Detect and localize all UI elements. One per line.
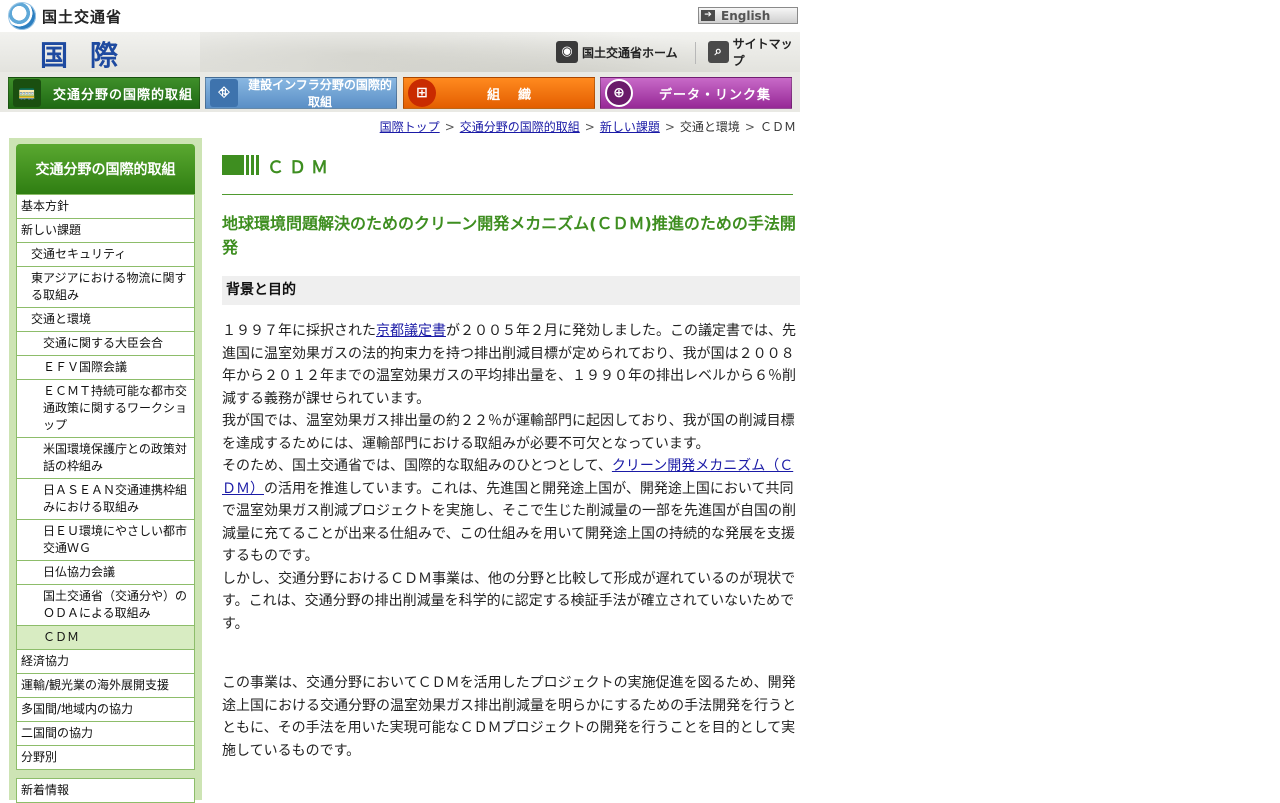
mlit-home-label: 国土交通省ホーム: [582, 45, 678, 60]
sitemap-label: サイトマップ: [732, 37, 793, 68]
breadcrumb-current: ＣＤＭ: [759, 120, 796, 134]
road-icon: ⛗: [210, 79, 238, 107]
mlit-logo[interactable]: 国土交通省: [8, 2, 122, 30]
sidebar-item-new-issues[interactable]: 新しい課題: [16, 219, 195, 243]
tram-icon: 🚃: [13, 79, 41, 107]
sidebar-item-news[interactable]: 新着情報: [16, 778, 195, 803]
title-divider: [222, 194, 793, 195]
body-paragraph: この事業は、交通分野においてＣＤＭを活用したプロジェクトの実施促進を図るため、開…: [222, 675, 797, 759]
breadcrumb-separator: >: [444, 120, 455, 134]
tab-label: 交通分野の国際的取組: [52, 87, 193, 103]
english-label: English: [721, 8, 771, 23]
body-text: １９９７年に採択された: [222, 323, 376, 339]
tab-label: データ・リンク集: [658, 87, 771, 103]
main-content: ＣＤＭ 地球環境問題解決のためのクリーン開発メカニズム(ＣＤＭ)推進のための手法…: [222, 150, 800, 759]
sidebar-item-ministers-meeting[interactable]: 交通に関する大臣会合: [16, 332, 195, 356]
sidebar-item-japan-asean[interactable]: 日ＡＳＥＡＮ交通連携枠組みにおける取組み: [16, 479, 195, 520]
sidebar-heading[interactable]: 交通分野の国際的取組: [16, 144, 195, 194]
title-bar-icon: [222, 155, 259, 175]
sidebar-item-us-epa-dialogue[interactable]: 米国環境保護庁との政策対話の枠組み: [16, 438, 195, 479]
globe-icon: ⊕: [605, 79, 633, 107]
logo-text: 国土交通省: [42, 7, 123, 26]
body-text: そのため、国土交通省では、国際的な取組みのひとつとして、: [222, 458, 612, 474]
tab-data-links[interactable]: ⊕ データ・リンク集: [600, 77, 792, 109]
sidebar-item-ecmt-workshop[interactable]: ＥＣＭＴ持続可能な都市交通政策に関するワークショップ: [16, 380, 195, 438]
header-divider: [695, 42, 696, 64]
sidebar-item-efv-conference[interactable]: ＥＦＶ国際会議: [16, 356, 195, 380]
tab-label: 組織: [486, 87, 549, 103]
page-title-row: ＣＤＭ: [222, 150, 800, 180]
sidebar-item-bilateral[interactable]: 二国間の協力: [16, 722, 195, 746]
tab-infrastructure-international[interactable]: ⛗ 建設インフラ分野の国際的取組: [205, 77, 397, 109]
breadcrumb-separator: >: [584, 120, 595, 134]
body-text: 我が国では、温室効果ガス排出量の約２２％が運輸部門に起因しており、我が国の削減目…: [222, 413, 795, 452]
sidebar: 交通分野の国際的取組 基本方針 新しい課題 交通セキュリティ 東アジアにおける物…: [9, 138, 202, 803]
body-paragraph: １９９７年に採択された京都議定書が２００５年２月に発効しました。この議定書では、…: [222, 320, 800, 635]
breadcrumb-link[interactable]: 交通分野の国際的取組: [460, 120, 580, 134]
sidebar-item-transport-security[interactable]: 交通セキュリティ: [16, 243, 195, 267]
sidebar-item-japan-eu-wg[interactable]: 日ＥＵ環境にやさしい都市交通ＷＧ: [16, 520, 195, 561]
mlit-home-link[interactable]: ◉ 国土交通省ホーム: [556, 40, 678, 64]
mlit-emblem-icon: [8, 2, 36, 30]
breadcrumb-link[interactable]: 国際トップ: [380, 120, 440, 134]
arrow-right-icon: ➔: [701, 10, 715, 21]
breadcrumb-link[interactable]: 新しい課題: [600, 120, 660, 134]
sidebar-item-cdm[interactable]: ＣＤＭ: [16, 626, 195, 650]
breadcrumb-parent: 交通と環境: [679, 120, 740, 134]
header-band: 国際 ◉ 国土交通省ホーム ⌕ サイトマップ: [0, 32, 800, 72]
sidebar-item-oda[interactable]: 国土交通省（交通分や）のＯＤＡによる取組み: [16, 585, 195, 626]
tab-transport-international[interactable]: 🚃 交通分野の国際的取組: [8, 77, 200, 109]
top-bar: 国土交通省 ➔ English: [0, 0, 800, 32]
sidebar-item-multilateral[interactable]: 多国間/地域内の協力: [16, 698, 195, 722]
section-title: 国際: [40, 39, 141, 72]
section-heading: 背景と目的: [222, 276, 800, 305]
breadcrumb-separator: >: [664, 120, 675, 134]
sidebar-item-east-asia-logistics[interactable]: 東アジアにおける物流に関する取組み: [16, 267, 195, 308]
magnifier-icon: ⌕: [708, 41, 729, 63]
home-emblem-icon: ◉: [556, 41, 578, 63]
sidebar-news-box: 新着情報: [16, 778, 195, 803]
body-text: の活用を推進しています。これは、先進国と開発途上国が、開発途上国において共同で温…: [222, 480, 796, 565]
english-button[interactable]: ➔ English: [698, 7, 798, 24]
page-subtitle: 地球環境問題解決のためのクリーン開発メカニズム(ＣＤＭ)推進のための手法開発: [222, 214, 796, 257]
sidebar-menu: 基本方針 新しい課題 交通セキュリティ 東アジアにおける物流に関する取組み 交通…: [16, 194, 195, 770]
main-nav: 🚃 交通分野の国際的取組 ⛗ 建設インフラ分野の国際的取組 ⊞ 組織 ⊕ データ…: [0, 72, 800, 112]
sidebar-item-basic-policy[interactable]: 基本方針: [16, 194, 195, 219]
tab-organization[interactable]: ⊞ 組織: [403, 77, 595, 109]
sidebar-item-japan-france[interactable]: 日仏協力会議: [16, 561, 195, 585]
breadcrumb-separator: >: [744, 120, 755, 134]
sidebar-item-economic-cooperation[interactable]: 経済協力: [16, 650, 195, 674]
page-title: ＣＤＭ: [267, 157, 333, 178]
org-chart-icon: ⊞: [408, 79, 436, 107]
page: 国土交通省 ➔ English 国際 ◉ 国土交通省ホーム ⌕ サイトマップ 🚃…: [0, 0, 800, 803]
sidebar-item-transport-environment[interactable]: 交通と環境: [16, 308, 195, 332]
sitemap-link[interactable]: ⌕ サイトマップ: [708, 37, 800, 68]
body-text: しかし、交通分野におけるＣＤＭ事業は、他の分野と比較して形成が遅れているのが現状…: [222, 570, 796, 632]
tab-label: 建設インフラ分野の国際的取組: [248, 78, 392, 109]
sidebar-item-overseas-support[interactable]: 運輸/観光業の海外展開支援: [16, 674, 195, 698]
kyoto-protocol-link[interactable]: 京都議定書: [376, 323, 446, 339]
sidebar-item-by-field[interactable]: 分野別: [16, 746, 195, 770]
breadcrumb: 国際トップ > 交通分野の国際的取組 > 新しい課題 > 交通と環境 > ＣＤＭ: [380, 118, 796, 135]
